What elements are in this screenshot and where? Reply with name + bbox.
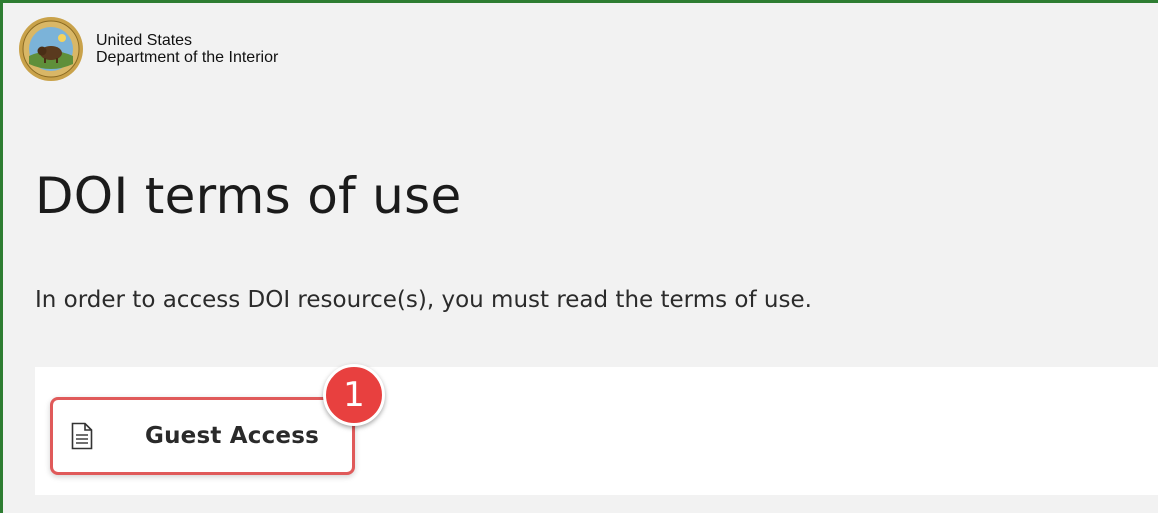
- page-title: DOI terms of use: [35, 167, 462, 225]
- callout-badge: 1: [323, 364, 385, 426]
- terms-item-label: Guest Access: [145, 423, 319, 449]
- org-name-line1: United States: [96, 32, 193, 49]
- terms-item-guest-access[interactable]: Guest Access: [50, 397, 355, 475]
- instruction-text: In order to access DOI resource(s), you …: [35, 287, 812, 313]
- site-header: United States Department of the Interior: [18, 16, 278, 82]
- terms-list: Guest Access: [35, 367, 1158, 495]
- document-icon: [71, 422, 93, 450]
- doi-seal-icon: [18, 16, 84, 82]
- org-name: United States Department of the Interior: [96, 32, 278, 66]
- org-name-line2: Department of the Interior: [96, 49, 279, 66]
